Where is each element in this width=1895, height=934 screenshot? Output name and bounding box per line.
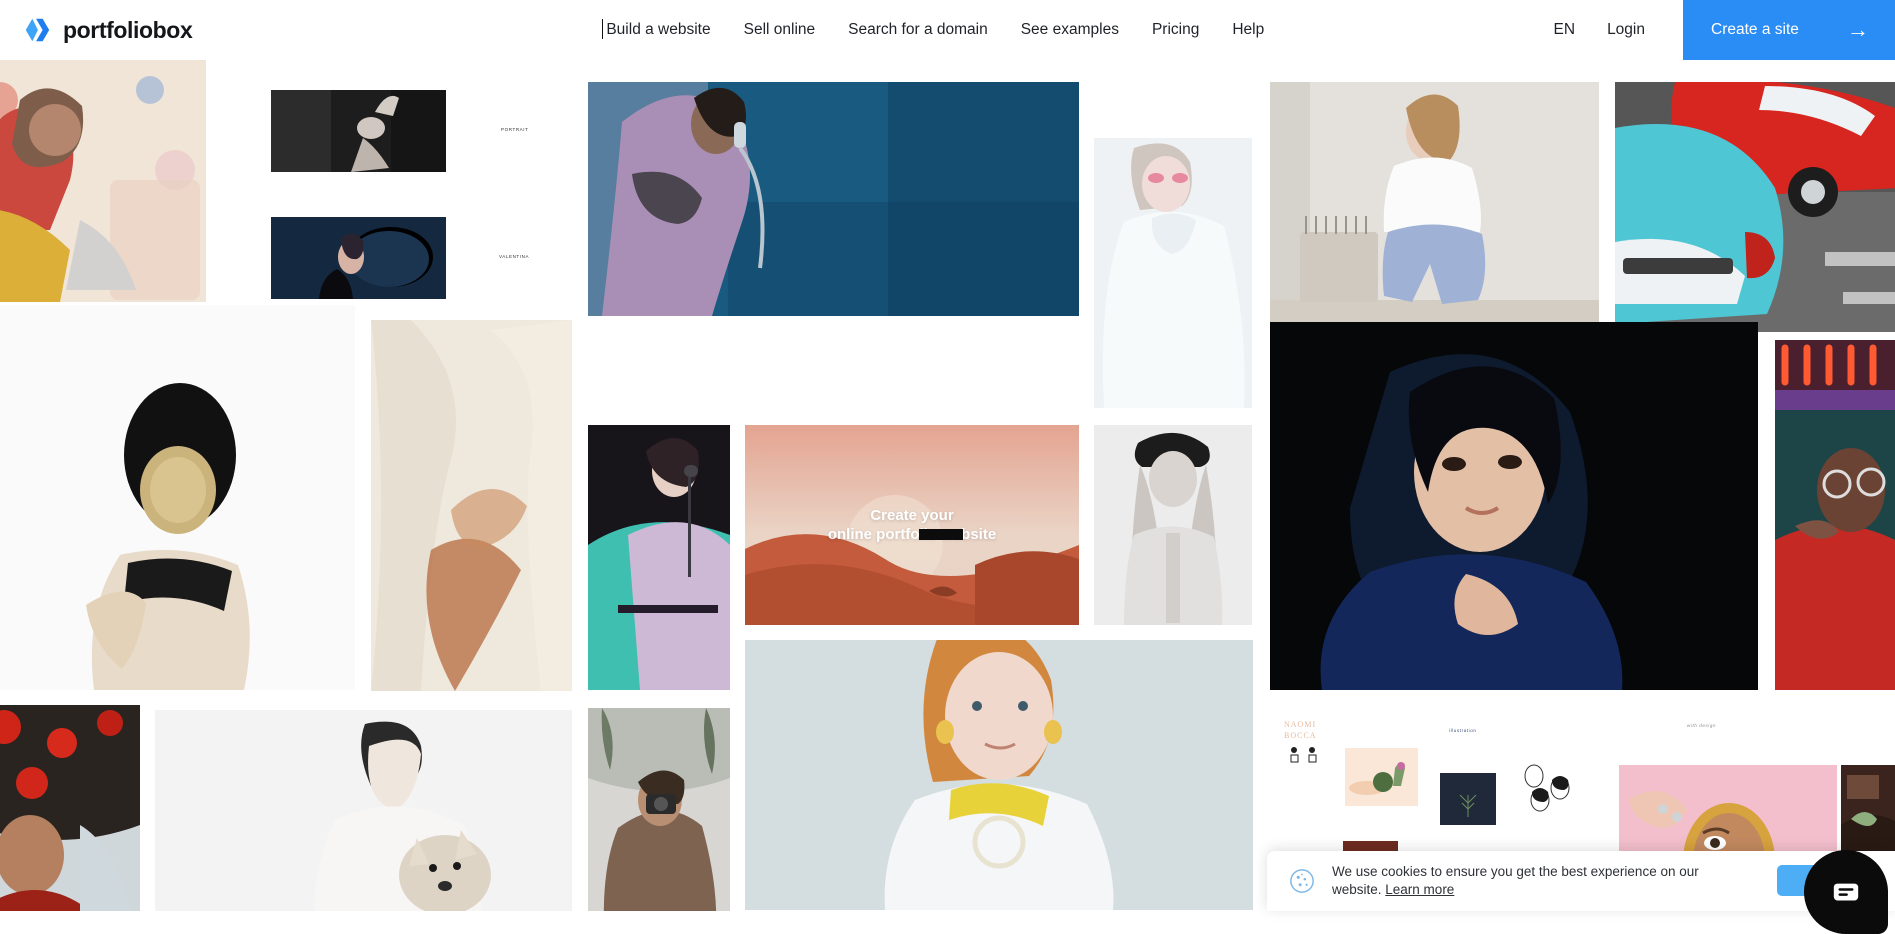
image-placeholder [1094, 138, 1252, 408]
mini-figure-icons [1290, 747, 1317, 763]
mosaic-tile-blue-jeans-model[interactable] [1270, 82, 1599, 332]
mosaic-tile-photographer[interactable] [588, 708, 730, 911]
mosaic-tile-blue-wall-phone[interactable] [588, 82, 1079, 316]
image-placeholder [745, 640, 1253, 910]
mosaic-tile-hero-desert[interactable]: Create your online portfolio website [745, 425, 1079, 625]
image-placeholder [155, 710, 572, 911]
mini-label-portrait: PORTRAIT [501, 127, 529, 132]
image-placeholder [1094, 425, 1252, 625]
mosaic-tile-dark-portrait[interactable] [1270, 322, 1758, 690]
mini-label-valentina: VALENTINA [499, 254, 530, 259]
mosaic-tile-stage-singer[interactable] [588, 425, 730, 690]
image-placeholder [588, 82, 1079, 316]
mosaic-tile-orange-abstract[interactable] [371, 320, 572, 691]
nav-sell-online[interactable]: Sell online [744, 21, 816, 39]
mosaic-tile-red-roses[interactable] [0, 705, 140, 911]
mini-thumb-dark-plant [1440, 773, 1496, 825]
cookie-text: We use cookies to ensure you get the bes… [1332, 863, 1724, 899]
nav-pricing[interactable]: Pricing [1152, 21, 1199, 39]
image-placeholder [0, 705, 140, 911]
mosaic-tile-classic-cars[interactable] [1615, 82, 1895, 332]
mini-title-naomi-bocca: NAOMI BOCCA [1284, 720, 1317, 740]
image-placeholder [271, 217, 446, 299]
mini-thumb-bw-figure [271, 90, 446, 172]
image-placeholder [0, 305, 355, 690]
image-placeholder [271, 90, 446, 172]
portfolio-mosaic: PORTRAIT VALENTINA Create your online po… [0, 60, 1895, 911]
image-placeholder [588, 708, 730, 911]
header-actions: EN Login Create a site → [1554, 0, 1895, 60]
create-a-site-button[interactable]: Create a site → [1683, 0, 1895, 60]
cookie-consent-banner: We use cookies to ensure you get the bes… [1267, 851, 1895, 911]
learn-more-link[interactable]: Learn more [1385, 882, 1454, 897]
language-selector[interactable]: EN [1554, 21, 1576, 39]
mosaic-tile-bw-hat-model[interactable] [1094, 425, 1252, 625]
portfoliobox-hexagon-icon [25, 18, 50, 42]
mosaic-tile-beaded-mask[interactable] [0, 305, 355, 690]
image-placeholder [1270, 82, 1599, 332]
image-placeholder [371, 320, 572, 691]
text-cursor-artifact [918, 529, 963, 540]
image-placeholder [1270, 322, 1758, 690]
nav-help[interactable]: Help [1232, 21, 1264, 39]
site-header: portfoliobox Build a website Sell online… [0, 0, 1895, 60]
image-placeholder [1615, 82, 1895, 332]
mosaic-tile-white-coat[interactable] [1094, 138, 1252, 408]
mini-label-with-design: with design [1687, 723, 1717, 728]
image-placeholder [1345, 748, 1418, 806]
chat-bubble-icon [1833, 883, 1859, 901]
image-placeholder [1775, 340, 1895, 690]
image-placeholder [0, 60, 206, 302]
login-link[interactable]: Login [1607, 21, 1645, 39]
nav-build-a-website[interactable]: Build a website [602, 19, 711, 39]
mosaic-tile-carnival-portrait[interactable] [0, 60, 206, 302]
main-navigation: Build a website Sell online Search for a… [602, 19, 1264, 39]
image-placeholder [588, 425, 730, 690]
logo-text: portfoliobox [63, 16, 193, 43]
arrow-right-icon: → [1847, 17, 1869, 42]
mini-label-illustration: illustration [1449, 728, 1477, 733]
image-placeholder [1440, 773, 1496, 825]
nav-search-for-a-domain[interactable]: Search for a domain [848, 21, 988, 39]
mini-thumb-blue-portrait [271, 217, 446, 299]
mosaic-tile-yellow-choker[interactable] [745, 640, 1253, 910]
mosaic-tile-woman-with-dog[interactable] [155, 710, 572, 911]
mini-thumb-still-life [1345, 748, 1418, 806]
mosaic-tile-neon-diner[interactable] [1775, 340, 1895, 690]
logo[interactable]: portfoliobox [22, 15, 193, 45]
chat-widget-button[interactable] [1804, 850, 1888, 934]
mini-face-sketches [1524, 764, 1570, 812]
create-a-site-label: Create a site [1711, 21, 1799, 38]
image-placeholder [745, 425, 1079, 625]
cookie-icon [1290, 869, 1314, 893]
nav-see-examples[interactable]: See examples [1021, 21, 1119, 39]
